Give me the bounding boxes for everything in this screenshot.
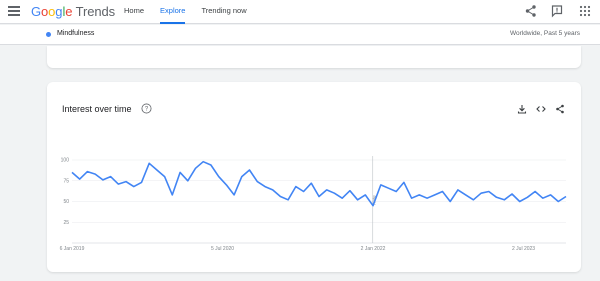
y-tick-label: 100 (61, 158, 70, 164)
x-tick-label: 6 Jan 2019 (60, 246, 85, 252)
x-tick-label: 5 Jul 2020 (211, 246, 234, 252)
x-axis-ticks: 6 Jan 2019 5 Jul 2020 2 Jan 2022 2 Jul 2023 (60, 246, 536, 252)
series-line-mindfulness[interactable] (71, 160, 567, 207)
x-tick-label: 2 Jan 2022 (361, 246, 386, 252)
y-tick-label: 75 (63, 178, 69, 184)
x-tick-label: 2 Jul 2023 (512, 246, 535, 252)
y-axis-ticks: 100 75 50 25 (61, 158, 70, 226)
interest-chart: 100 75 50 25 6 Jan 2019 5 Jul 2020 2 Jan 2022… (60, 156, 567, 252)
y-tick-label: 25 (63, 220, 69, 226)
y-tick-label: 50 (63, 199, 69, 205)
